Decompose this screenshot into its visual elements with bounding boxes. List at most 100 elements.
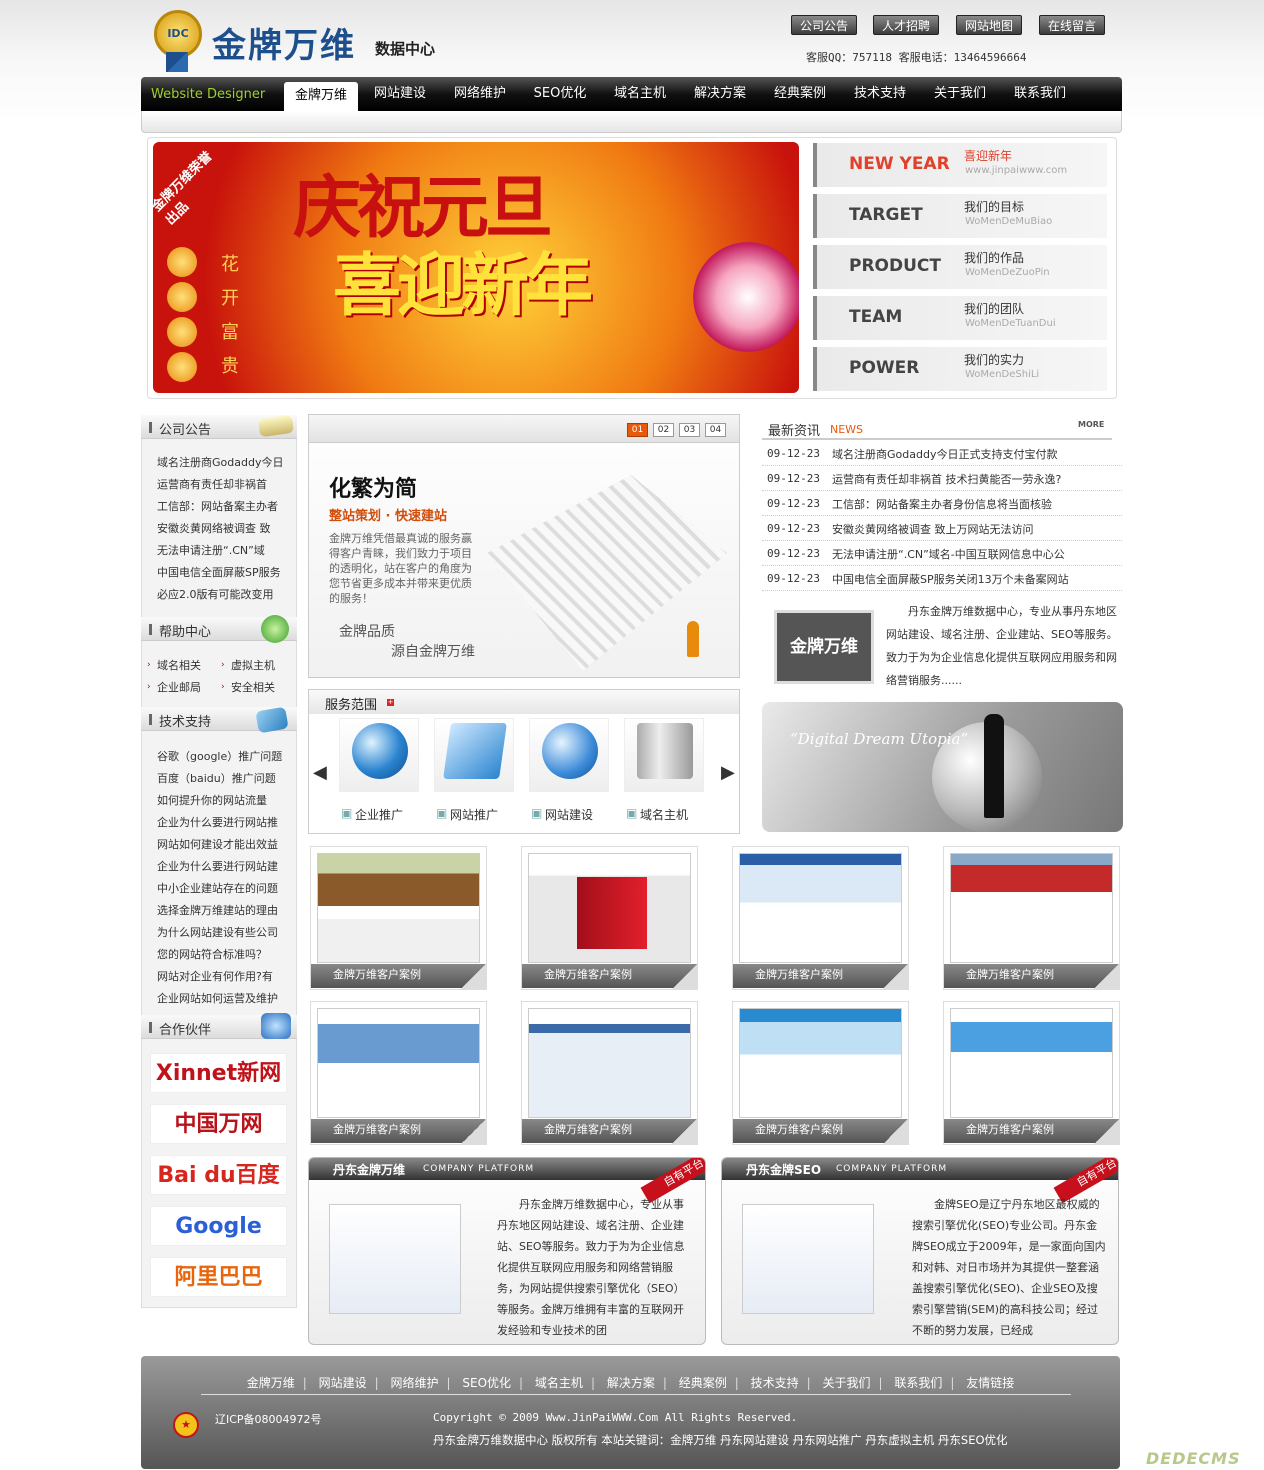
news-row[interactable]: 09-12-23 无法申请注册“.CN”域名-中国互联网信息中心公 [762,541,1122,566]
nav-item-contact[interactable]: 联系我们 [1000,77,1080,111]
partner-xinnet[interactable]: Xinnet新网 [150,1053,287,1093]
footer-link[interactable]: 友情链接 [966,1376,1014,1390]
partner-wanwang[interactable]: 中国万网 [150,1104,287,1144]
tech-item[interactable]: 企业为什么要进行网站推 [157,814,295,830]
tech-item[interactable]: 您的网站符合标准吗？ [157,946,295,962]
partner-baidu[interactable]: Bai du百度 [150,1155,287,1195]
tech-item[interactable]: 企业为什么要进行网站建 [157,858,295,874]
service-label[interactable]: 网站推广 [450,806,498,823]
tech-item[interactable]: 中小企业建站存在的问题 [157,880,295,896]
next-arrow-icon[interactable]: ▶ [721,762,735,783]
prev-arrow-icon[interactable]: ◀ [313,762,327,783]
nav-item-solution[interactable]: 解决方案 [680,77,760,111]
platform-screenshot[interactable] [329,1204,461,1314]
news-link[interactable]: 工信部：网站备案主办者身份信息将当面核验 [832,496,1052,512]
slider-tab-2[interactable]: 02 [653,423,674,437]
slider-tab-3[interactable]: 03 [679,423,700,437]
notice-item[interactable]: 无法申请注册“.CN”域 [157,542,295,558]
case-card[interactable]: 金牌万维客户案例 [732,1001,909,1145]
nav-item-about[interactable]: 关于我们 [920,77,1000,111]
nav-item-home[interactable]: 金牌万维 [284,82,358,111]
footer-link[interactable]: 关于我们 [822,1376,870,1390]
top-link-notice[interactable]: 公司公告 [791,15,858,35]
banner-tab-power[interactable]: POWER 我们的实力 WoMenDeShiLi [813,347,1107,391]
footer-link[interactable]: 技术支持 [751,1376,799,1390]
news-link[interactable]: 无法申请注册“.CN”域名-中国互联网信息中心公 [832,546,1065,562]
banner-tab-newyear[interactable]: NEW YEAR 喜迎新年 www.jinpaiwww.com [813,143,1107,187]
about-logo-image[interactable]: 金牌万维 [774,610,874,684]
service-label[interactable]: 网站建设 [545,806,593,823]
case-card[interactable]: 金牌万维客户案例 [521,1001,698,1145]
news-link[interactable]: 域名注册商Godaddy今日正式支持支付宝付款 [832,446,1057,462]
service-card-promotion[interactable] [339,718,419,792]
case-card[interactable]: 金牌万维客户案例 [943,846,1120,990]
tech-item[interactable]: 为什么网站建设有些公司 [157,924,295,940]
notice-item[interactable]: 安徽炎黄网络被调查 致 [157,520,295,536]
slider-tab-1[interactable]: 01 [627,423,648,437]
footer-link[interactable]: 域名主机 [535,1376,583,1390]
tech-item[interactable]: 百度（baidu）推广问题 [157,770,295,786]
service-card-domain[interactable] [624,718,704,792]
nav-item-web[interactable]: 网站建设 [360,77,440,111]
nav-item-domain[interactable]: 域名主机 [600,77,680,111]
footer-link[interactable]: SEO优化 [462,1376,511,1390]
banner-tab-team[interactable]: TEAM 我们的团队 WoMenDeTuanDui [813,296,1107,340]
icp-number[interactable]: 辽ICP备08004972号 [215,1411,322,1427]
tech-item[interactable]: 网站对企业有何作用?有 [157,968,295,984]
help-item[interactable]: 虚拟主机 [231,657,275,673]
news-link[interactable]: 运营商有责任却非祸首 技术扫黄能否一劳永逸? [832,471,1061,487]
footer-link[interactable]: 解决方案 [607,1376,655,1390]
case-card[interactable]: 金牌万维客户案例 [310,1001,487,1145]
help-item[interactable]: 域名相关 [157,657,201,673]
news-row[interactable]: 09-12-23 域名注册商Godaddy今日正式支持支付宝付款 [762,441,1122,466]
notice-item[interactable]: 域名注册商Godaddy今日 [157,454,295,470]
tech-item[interactable]: 如何提升你的网站流量 [157,792,295,808]
news-link[interactable]: 中国电信全面屏蔽SP服务关闭13万个未备案网站 [832,571,1069,587]
nav-item-cases[interactable]: 经典案例 [760,77,840,111]
nav-item-maintain[interactable]: 网络维护 [440,77,520,111]
footer-link[interactable]: 金牌万维 [247,1376,295,1390]
site-logo[interactable]: IDC 金牌万维 数据中心 [150,10,460,72]
footer-link[interactable]: 网络维护 [391,1376,439,1390]
new-year-banner[interactable]: 金牌万维荣誉出品 庆祝元旦 喜迎新年 花 开 富 贵 [153,142,799,393]
nav-item-seo[interactable]: SEO优化 [520,77,600,111]
notice-item[interactable]: 必应2.0版有可能改变用 [157,586,295,602]
news-link[interactable]: 安徽炎黄网络被调查 致上万网站无法访问 [832,521,1034,537]
news-row[interactable]: 09-12-23 工信部：网站备案主办者身份信息将当面核验 [762,491,1122,516]
case-card[interactable]: 金牌万维客户案例 [521,846,698,990]
banner-tab-target[interactable]: TARGET 我们的目标 WoMenDeMuBiao [813,194,1107,238]
news-row[interactable]: 09-12-23 安徽炎黄网络被调查 致上万网站无法访问 [762,516,1122,541]
dream-banner[interactable]: “Digital Dream Utopia” [762,702,1123,832]
service-card-web-build[interactable] [529,718,609,792]
partner-google[interactable]: Google [150,1206,287,1246]
top-link-message[interactable]: 在线留言 [1039,15,1106,35]
footer-link[interactable]: 网站建设 [319,1376,367,1390]
tech-item[interactable]: 企业网站如何运营及维护 [157,990,295,1006]
tech-item[interactable]: 网站如何建设才能出效益 [157,836,295,852]
tech-item[interactable]: 选择金牌万维建站的理由 [157,902,295,918]
help-item[interactable]: 安全相关 [231,679,275,695]
notice-item[interactable]: 运营商有责任却非祸首 [157,476,295,492]
footer-link[interactable]: 联系我们 [894,1376,942,1390]
top-link-jobs[interactable]: 人才招聘 [873,15,940,35]
notice-item[interactable]: 中国电信全面屏蔽SP服务 [157,564,295,580]
case-card[interactable]: 金牌万维客户案例 [943,1001,1120,1145]
service-label[interactable]: 企业推广 [355,806,403,823]
nav-item-tech[interactable]: 技术支持 [840,77,920,111]
top-link-sitemap[interactable]: 网站地图 [956,15,1023,35]
notice-item[interactable]: 工信部：网站备案主办者 [157,498,295,514]
news-more-link[interactable]: MORE [1078,420,1104,429]
banner-tab-product[interactable]: PRODUCT 我们的作品 WoMenDeZuoPin [813,245,1107,289]
help-item[interactable]: 企业邮局 [157,679,201,695]
service-label[interactable]: 域名主机 [640,806,688,823]
case-card[interactable]: 金牌万维客户案例 [310,846,487,990]
news-row[interactable]: 09-12-23 运营商有责任却非祸首 技术扫黄能否一劳永逸? [762,466,1122,491]
service-card-web-promo[interactable] [434,718,514,792]
footer-link[interactable]: 经典案例 [679,1376,727,1390]
platform-screenshot[interactable] [742,1204,874,1314]
news-row[interactable]: 09-12-23 中国电信全面屏蔽SP服务关闭13万个未备案网站 [762,566,1122,591]
case-card[interactable]: 金牌万维客户案例 [732,846,909,990]
slider-tab-4[interactable]: 04 [705,423,726,437]
tech-item[interactable]: 谷歌（google）推广问题 [157,748,295,764]
partner-alibaba[interactable]: 阿里巴巴 [150,1257,287,1297]
